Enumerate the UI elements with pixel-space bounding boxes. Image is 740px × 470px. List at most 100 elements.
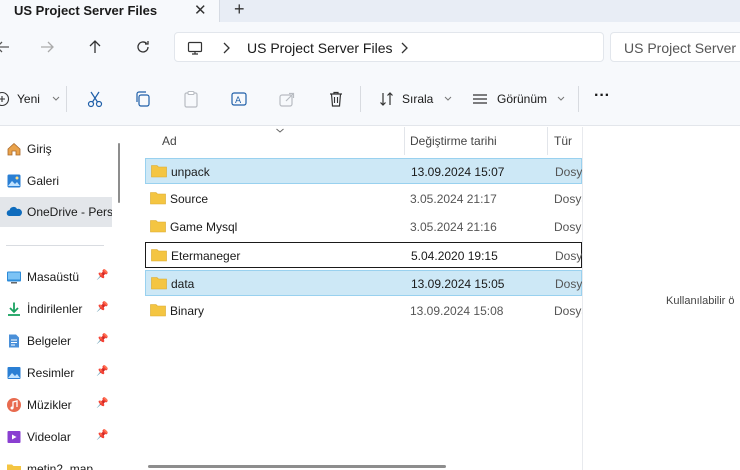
toolbar-divider	[66, 86, 67, 112]
folder-icon	[150, 192, 166, 205]
file-modified: 3.05.2024 21:17	[410, 192, 497, 206]
horizontal-scrollbar[interactable]	[148, 465, 446, 468]
documents-icon	[9, 334, 19, 348]
column-header-name[interactable]: Ad	[145, 127, 404, 155]
sidebar-item-desktop[interactable]: Masaüstü 📌	[0, 262, 112, 292]
sidebar-item-metin2-map[interactable]: metin2_map	[0, 454, 112, 470]
address-bar[interactable]: US Project Server Files	[174, 32, 604, 62]
back-button[interactable]	[0, 36, 14, 58]
pin-icon[interactable]: 📌	[96, 398, 108, 409]
chevron-right-icon[interactable]	[221, 41, 231, 55]
table-row[interactable]: Source 3.05.2024 21:17 Dosya	[145, 186, 582, 212]
trash-icon	[330, 91, 342, 107]
pin-icon[interactable]: 📌	[96, 430, 108, 441]
file-type: Dosya	[555, 249, 583, 263]
new-button[interactable]: Yeni	[0, 88, 60, 110]
chevron-right-icon[interactable]	[399, 41, 409, 55]
view-button[interactable]: Görünüm	[472, 88, 565, 110]
sidebar-scrollbar[interactable]	[118, 143, 120, 203]
svg-text:A: A	[235, 96, 242, 106]
sidebar-item-downloads[interactable]: İndirilenler 📌	[0, 294, 112, 324]
rename-button[interactable]: A	[230, 88, 248, 110]
search-placeholder: US Project Server Files	[624, 40, 740, 56]
file-modified: 13.09.2024 15:08	[410, 304, 504, 318]
file-modified: 5.04.2020 19:15	[411, 249, 498, 263]
clipboard-icon	[184, 90, 198, 108]
sidebar-item-videos[interactable]: Videolar 📌	[0, 422, 112, 452]
sidebar-item-home[interactable]: Giriş	[0, 134, 112, 164]
sidebar-item-label: Resimler	[27, 366, 75, 380]
command-bar: Yeni A Sırala Görünüm ···	[0, 72, 740, 126]
sidebar-item-label: Giriş	[27, 142, 52, 156]
sidebar-item-label: Müzikler	[27, 398, 72, 412]
pin-icon[interactable]: 📌	[96, 302, 108, 313]
pin-icon[interactable]: 📌	[96, 334, 108, 345]
sidebar-item-documents[interactable]: Belgeler 📌	[0, 326, 112, 356]
file-type: Dosya	[554, 304, 582, 318]
rename-icon: A	[231, 92, 247, 106]
up-button[interactable]	[84, 36, 106, 58]
delete-button[interactable]	[327, 88, 345, 110]
table-row[interactable]: data 13.09.2024 15:05 Dosya	[145, 270, 583, 296]
file-type: Dosya	[555, 277, 583, 291]
refresh-icon	[137, 41, 149, 53]
folder-icon	[151, 277, 167, 290]
navigation-pane: Giriş Galeri OneDrive - Perso Masaüstü 📌…	[0, 127, 112, 470]
sidebar-item-label: İndirilenler	[27, 302, 83, 316]
folder-icon	[151, 249, 167, 262]
arrow-left-icon	[0, 41, 9, 53]
paste-button[interactable]	[182, 88, 200, 110]
refresh-button[interactable]	[132, 36, 154, 58]
column-header-type[interactable]: Tür	[548, 127, 582, 155]
table-row[interactable]: Game Mysql 3.05.2024 21:16 Dosya	[145, 214, 582, 240]
file-modified: 3.05.2024 21:16	[410, 220, 497, 234]
downloads-icon	[8, 302, 20, 316]
address-path[interactable]: US Project Server Files	[247, 40, 392, 56]
music-icon	[7, 398, 21, 412]
file-modified: 13.09.2024 15:07	[411, 165, 505, 179]
file-name: data	[171, 277, 195, 291]
folder-icon	[7, 464, 21, 470]
copy-icon	[136, 91, 150, 107]
pin-icon[interactable]: 📌	[96, 366, 108, 377]
new-tab-button[interactable]: +	[234, 0, 245, 20]
search-input[interactable]: US Project Server Files	[610, 32, 740, 62]
pin-icon[interactable]: 📌	[96, 270, 108, 281]
scissors-icon	[87, 91, 103, 108]
sort-button[interactable]: Sırala	[379, 88, 452, 110]
copy-button[interactable]	[134, 88, 152, 110]
sidebar-item-gallery[interactable]: Galeri	[0, 166, 112, 196]
share-button[interactable]	[278, 88, 296, 110]
sidebar-item-label: Belgeler	[27, 334, 72, 348]
column-header-label: Tür	[554, 134, 572, 148]
table-row[interactable]: Etermaneger 5.04.2020 19:15 Dosya	[145, 242, 583, 268]
navigation-bar: US Project Server Files US Project Serve…	[0, 22, 740, 72]
file-name: Game Mysql	[170, 220, 238, 234]
file-list: Ad Değiştirme tarihi Tür unpack 13.09.20…	[126, 127, 583, 470]
column-header-label: Değiştirme tarihi	[410, 134, 497, 148]
file-type: Dosya	[554, 192, 582, 206]
column-header-modified[interactable]: Değiştirme tarihi	[405, 127, 547, 155]
chevron-down-icon	[445, 96, 452, 101]
forward-button[interactable]	[36, 36, 58, 58]
close-icon[interactable]: ✕	[194, 1, 207, 19]
chevron-down-icon	[52, 96, 60, 101]
file-type: Dosya	[554, 220, 582, 234]
sidebar-item-label: Videolar	[27, 430, 71, 444]
table-row[interactable]: unpack 13.09.2024 15:07 Dosya	[145, 158, 583, 184]
more-options-button[interactable]: ···	[594, 85, 610, 107]
desktop-icon	[7, 271, 21, 284]
view-label: Görünüm	[497, 92, 548, 106]
computer-icon	[187, 41, 203, 55]
pictures-icon	[7, 367, 21, 379]
sidebar-item-label: Galeri	[27, 174, 60, 188]
tab-us-project-server-files[interactable]: US Project Server Files ✕	[0, 0, 220, 22]
folder-icon	[151, 165, 167, 178]
table-row[interactable]: Binary 13.09.2024 15:08 Dosya	[145, 298, 582, 324]
sidebar-divider	[6, 245, 104, 246]
sidebar-item-pictures[interactable]: Resimler 📌	[0, 358, 112, 388]
cut-button[interactable]	[86, 88, 104, 110]
sidebar-item-onedrive[interactable]: OneDrive - Perso	[0, 197, 112, 227]
sidebar-item-music[interactable]: Müzikler 📌	[0, 390, 112, 420]
gallery-icon	[7, 174, 21, 188]
